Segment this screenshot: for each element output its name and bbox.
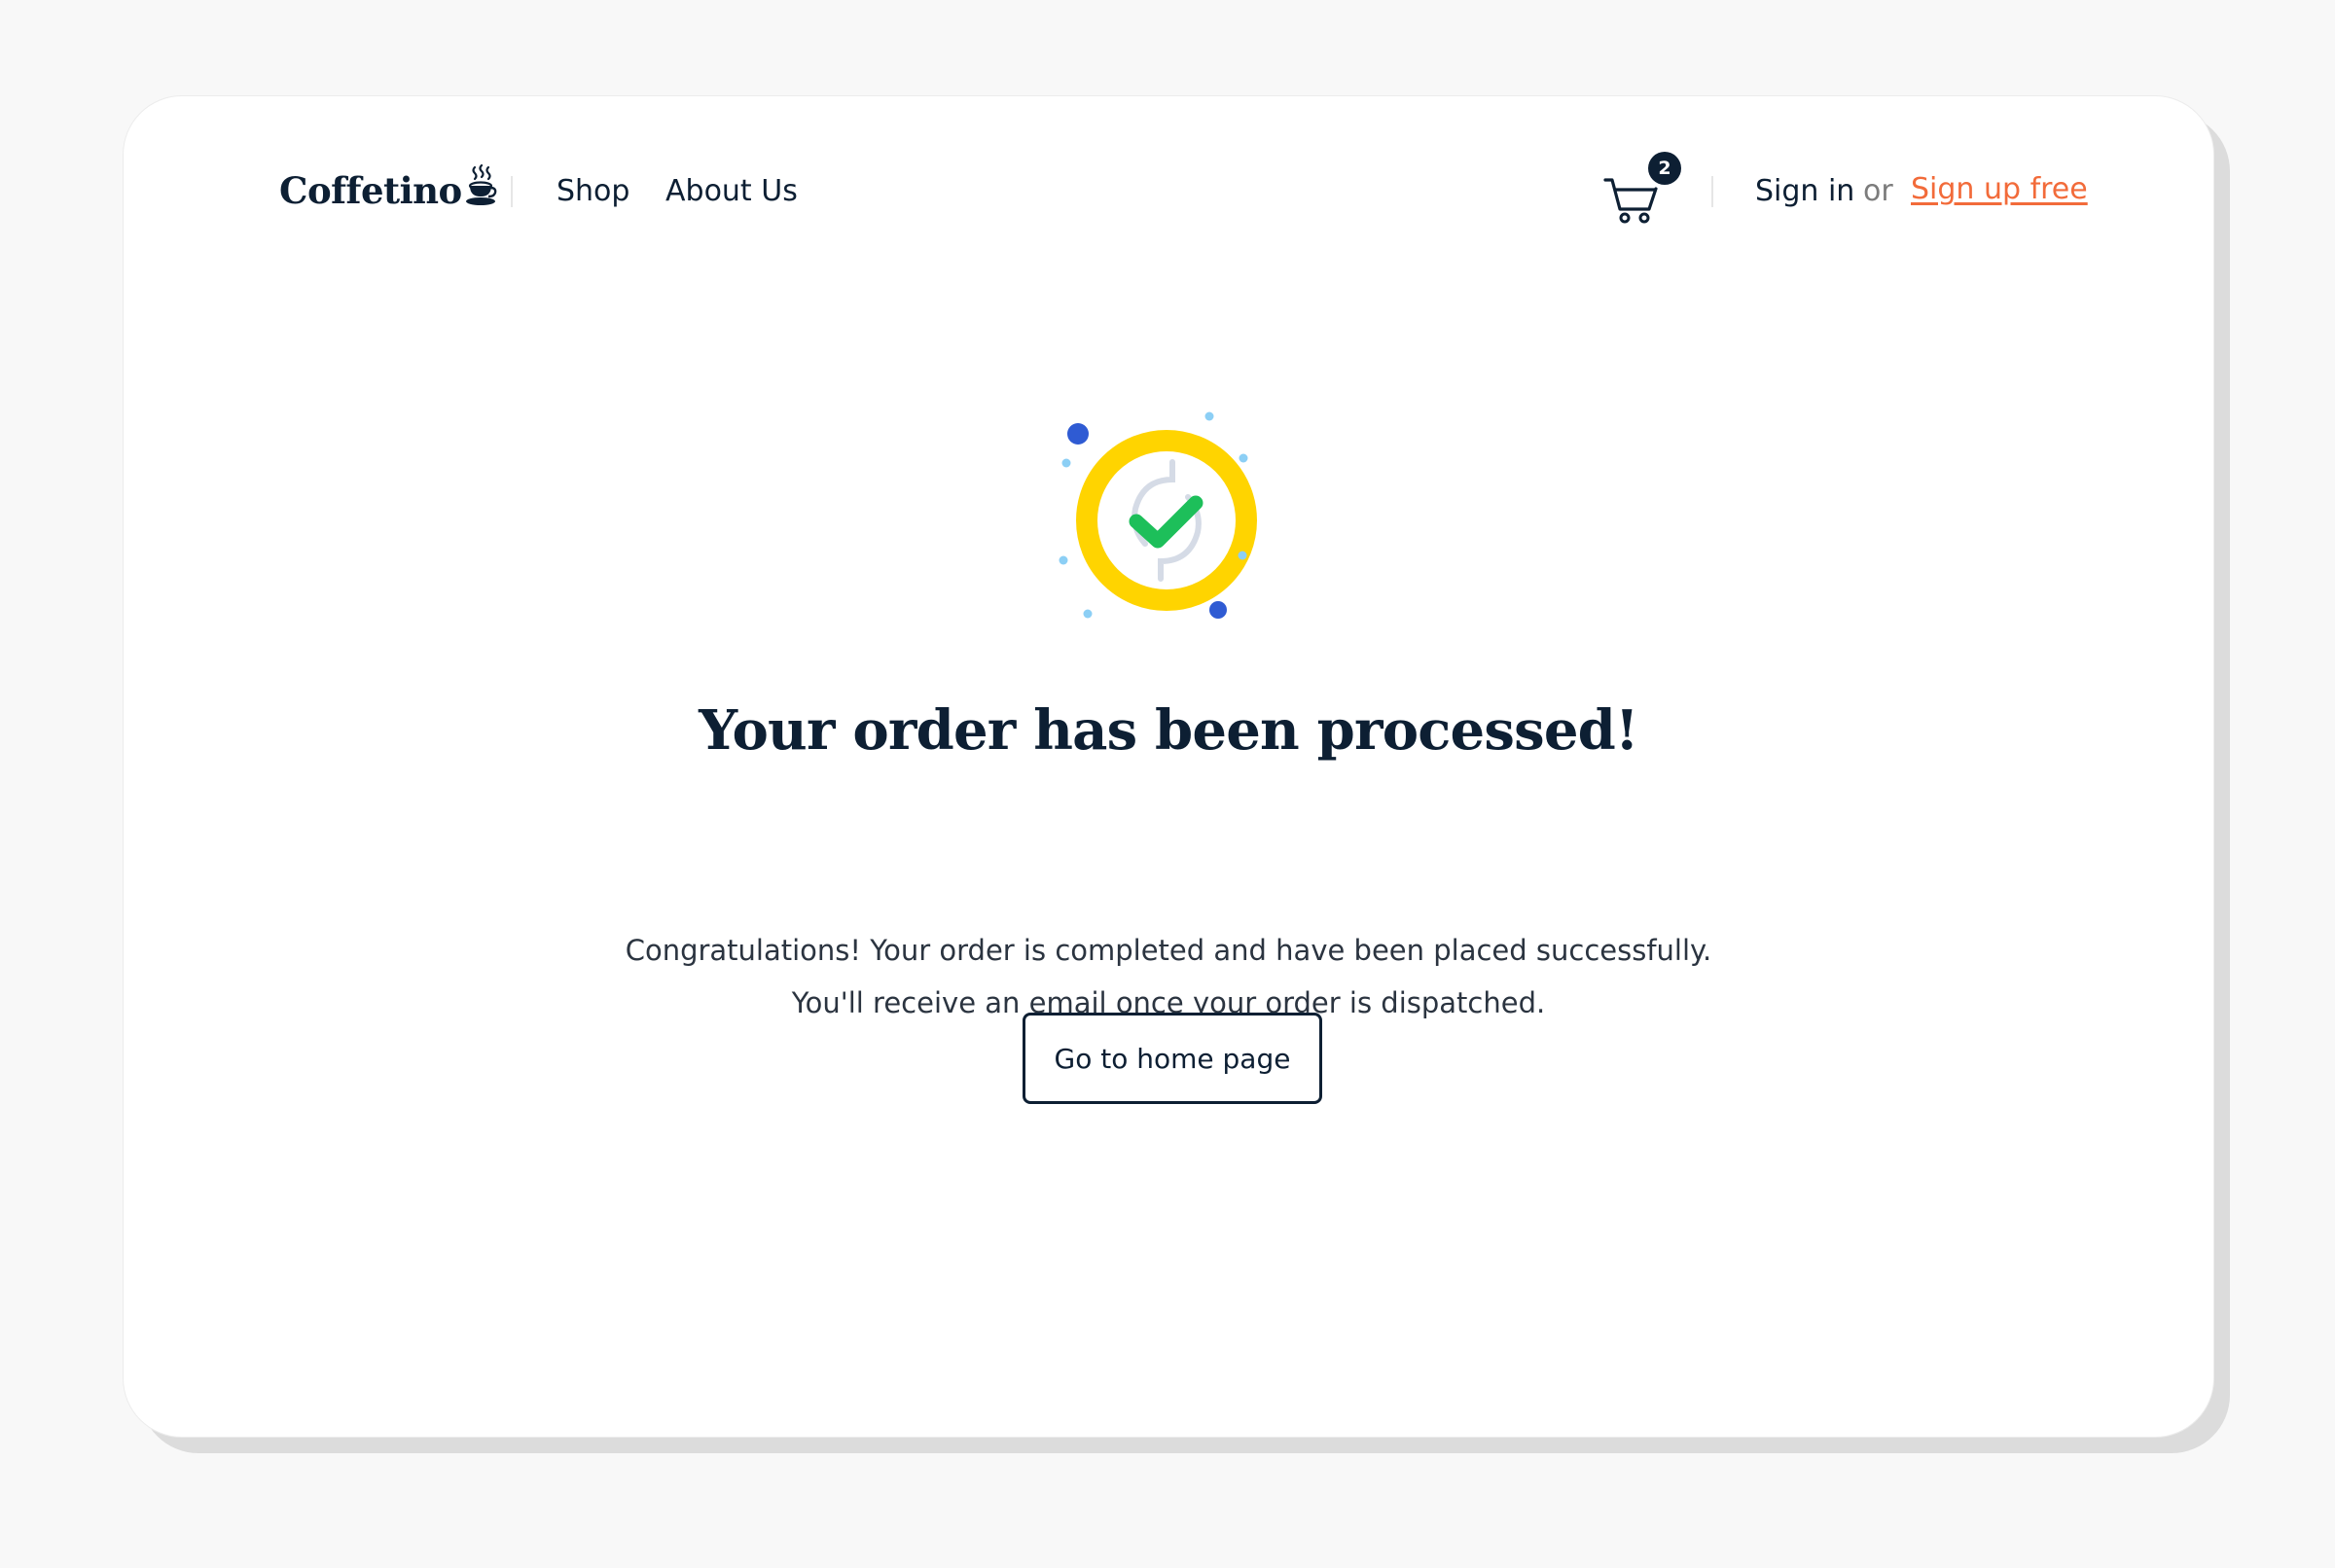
main-card: Coffetino Shop About Us 2 Sign in or Sig… xyxy=(124,96,2213,1437)
sign-up-link[interactable]: Sign up free xyxy=(1911,170,2088,209)
success-check-badge-icon xyxy=(1050,404,1283,637)
or-separator: or xyxy=(1863,174,1893,208)
cart-button[interactable]: 2 xyxy=(1602,149,1700,227)
go-to-home-button[interactable]: Go to home page xyxy=(1023,1013,1322,1104)
coffee-cup-icon xyxy=(464,163,497,211)
logo-text: Coffetino xyxy=(279,169,462,212)
nav-divider xyxy=(511,176,513,207)
sign-in-link[interactable]: Sign in xyxy=(1755,172,1854,211)
success-message-line-1: Congratulations! Your order is completed… xyxy=(625,934,1712,967)
page-title: Your order has been processed! xyxy=(699,698,1638,763)
auth-divider xyxy=(1711,176,1713,207)
cart-count-badge: 2 xyxy=(1648,152,1681,185)
nav-link-about-us[interactable]: About Us xyxy=(665,172,798,211)
logo[interactable]: Coffetino xyxy=(279,163,497,215)
nav-link-shop[interactable]: Shop xyxy=(557,172,629,211)
